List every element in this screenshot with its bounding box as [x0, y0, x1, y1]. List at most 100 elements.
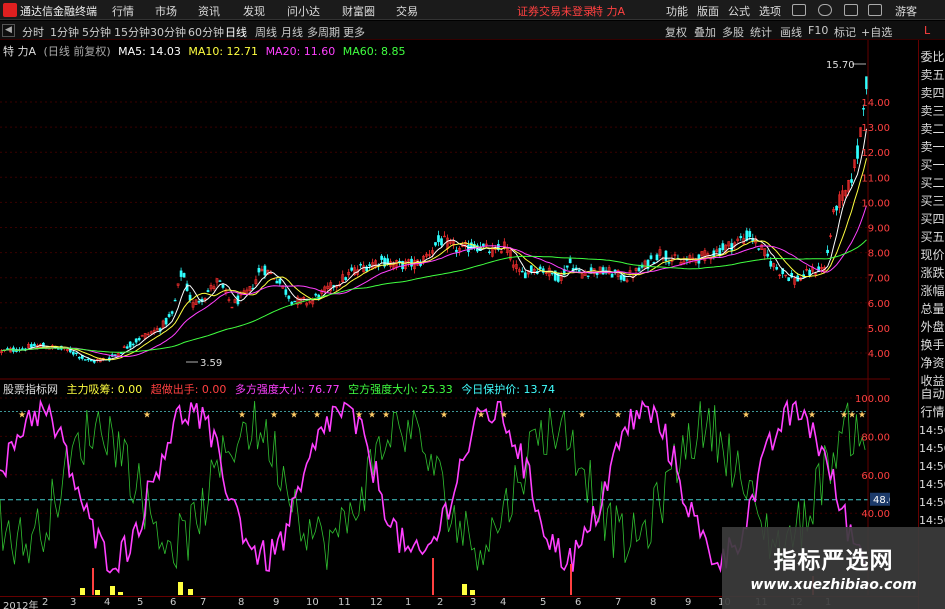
side-tab-ask4[interactable]: 卖四 [919, 84, 945, 102]
period-weekly[interactable]: 周线 [255, 24, 277, 40]
message-icon[interactable] [792, 4, 806, 16]
candle-body [586, 275, 590, 277]
menu-discover[interactable]: 发现 [243, 3, 265, 19]
menu-ask[interactable]: 问小达 [287, 3, 320, 19]
window-icon[interactable] [844, 4, 858, 16]
date-tick-label: 8 [238, 597, 245, 608]
menu-layout[interactable]: 版面 [697, 3, 719, 19]
candle-body [188, 294, 192, 301]
signal-marker: ★ [742, 410, 750, 420]
menu-formula[interactable]: 公式 [728, 3, 750, 19]
side-tab-bid3[interactable]: 买三 [919, 192, 945, 210]
side-tab-price[interactable]: 现价 [919, 246, 945, 264]
side-tab-turnover[interactable]: 换手 [919, 336, 945, 354]
period-monthly[interactable]: 月线 [281, 24, 303, 40]
side-tab-ask2[interactable]: 卖二 [919, 120, 945, 138]
side-tab-ask5[interactable]: 卖五 [919, 66, 945, 84]
menu-options[interactable]: 选项 [759, 3, 781, 19]
candle-body [368, 264, 371, 267]
price-tick-label: 11.00 [861, 173, 890, 184]
menu-function[interactable]: 功能 [666, 3, 688, 19]
period-intraday[interactable]: 分时 [22, 24, 44, 40]
candle-body [637, 267, 641, 272]
side-tab-bid2[interactable]: 买二 [919, 174, 945, 192]
add-watchlist-button[interactable]: +自选 [861, 24, 892, 40]
candle-body [119, 352, 123, 354]
price-tick-label: 13.00 [861, 123, 890, 134]
f10-button[interactable]: F10 [808, 24, 828, 37]
side-tab-bid4[interactable]: 买四 [919, 210, 945, 228]
side-tab-change[interactable]: 涨跌 [919, 264, 945, 282]
accumulate-bar [462, 584, 467, 595]
side-tab-auto[interactable]: 自动 [919, 385, 945, 403]
date-tick-label: 2 [42, 597, 49, 608]
side-tab-outer[interactable]: 外盘 [919, 318, 945, 336]
candle-body [577, 269, 581, 272]
indicator-info-line: 股票指标网 主力吸筹: 0.00 超做出手: 0.00 多方强度大小: 76.7… [3, 381, 560, 397]
adjust-button[interactable]: 复权 [665, 24, 687, 40]
menu-news[interactable]: 资讯 [198, 3, 220, 19]
side-tab-net-asset[interactable]: 净资 [919, 354, 945, 372]
panel-toggle-label[interactable]: L [924, 24, 930, 37]
side-tab-ask1[interactable]: 卖一 [919, 138, 945, 156]
watermark-title: 指标严选网 [773, 548, 894, 574]
candle-body [808, 269, 811, 276]
candle-body [667, 262, 671, 264]
overlay-button[interactable]: 叠加 [694, 24, 716, 40]
candle-body [769, 261, 773, 267]
period-1min[interactable]: 1分钟 [50, 24, 79, 40]
candle-body [766, 253, 770, 257]
draw-button[interactable]: 画线 [780, 24, 802, 40]
price-tick-label: 7.00 [868, 274, 890, 285]
date-tick-label: 3 [70, 597, 77, 608]
mark-button[interactable]: 标记 [834, 24, 856, 40]
period-daily[interactable]: 日线 [225, 24, 247, 40]
signal-marker: ★ [313, 410, 321, 420]
candle-body [137, 338, 141, 341]
indicator-title[interactable]: 股票指标网 [3, 383, 58, 396]
side-tab-change-pct[interactable]: 涨幅 [919, 282, 945, 300]
candle-body [865, 76, 868, 90]
menu-quotes[interactable]: 行情 [112, 3, 134, 19]
side-tab-ask3[interactable]: 卖三 [919, 102, 945, 120]
candlestick-chart[interactable]: 14.00 13.00 12.00 11.00 10.00 9.00 8.00 7.00 6.0… [0, 40, 890, 380]
candle-body [835, 205, 838, 211]
guest-label[interactable]: 游客 [895, 3, 917, 19]
candle-body [128, 341, 132, 348]
accumulate-bar [188, 589, 193, 595]
period-5min[interactable]: 5分钟 [82, 24, 111, 40]
candle-body [344, 277, 348, 280]
menu-wealth[interactable]: 财富圈 [342, 3, 375, 19]
help-icon[interactable] [818, 4, 832, 16]
high-price-label: 15.70 [826, 60, 855, 71]
period-more[interactable]: 更多 [343, 24, 365, 40]
accumulate-bar [470, 590, 475, 595]
minimize-icon[interactable] [868, 4, 882, 16]
date-tick-label: 10 [306, 597, 319, 608]
side-tab-quotes[interactable]: 行情 [919, 403, 945, 421]
menu-trade[interactable]: 交易 [396, 3, 418, 19]
back-button[interactable]: ◀ [2, 24, 15, 37]
ma60-line [1, 239, 867, 353]
candle-body [131, 343, 135, 346]
period-30min[interactable]: 30分钟 [150, 24, 186, 40]
indicator-label-bull: 多方强度大小: 76.77 [234, 383, 340, 396]
period-multi[interactable]: 多周期 [307, 24, 340, 40]
side-tab-volume[interactable]: 总量 [919, 300, 945, 318]
side-tab-bid1[interactable]: 买一 [919, 156, 945, 174]
candle-body [170, 311, 174, 314]
candle-body [164, 318, 168, 325]
indicator-tick-label: 80.00 [861, 432, 890, 443]
period-60min[interactable]: 60分钟 [188, 24, 224, 40]
ma60-label: MA60: 8.85 [342, 45, 406, 58]
period-15min[interactable]: 15分钟 [114, 24, 150, 40]
login-status[interactable]: 证券交易未登录 [517, 3, 594, 19]
menu-market[interactable]: 市场 [155, 3, 177, 19]
price-tick-label: 8.00 [868, 249, 890, 260]
multi-stock-button[interactable]: 多股 [722, 24, 744, 40]
side-tab-bid-ratio[interactable]: 委比 [919, 48, 945, 66]
signal-marker: ★ [368, 410, 376, 420]
stats-button[interactable]: 统计 [750, 24, 772, 40]
side-tab-bid5[interactable]: 买五 [919, 228, 945, 246]
accumulate-bar [178, 582, 183, 595]
